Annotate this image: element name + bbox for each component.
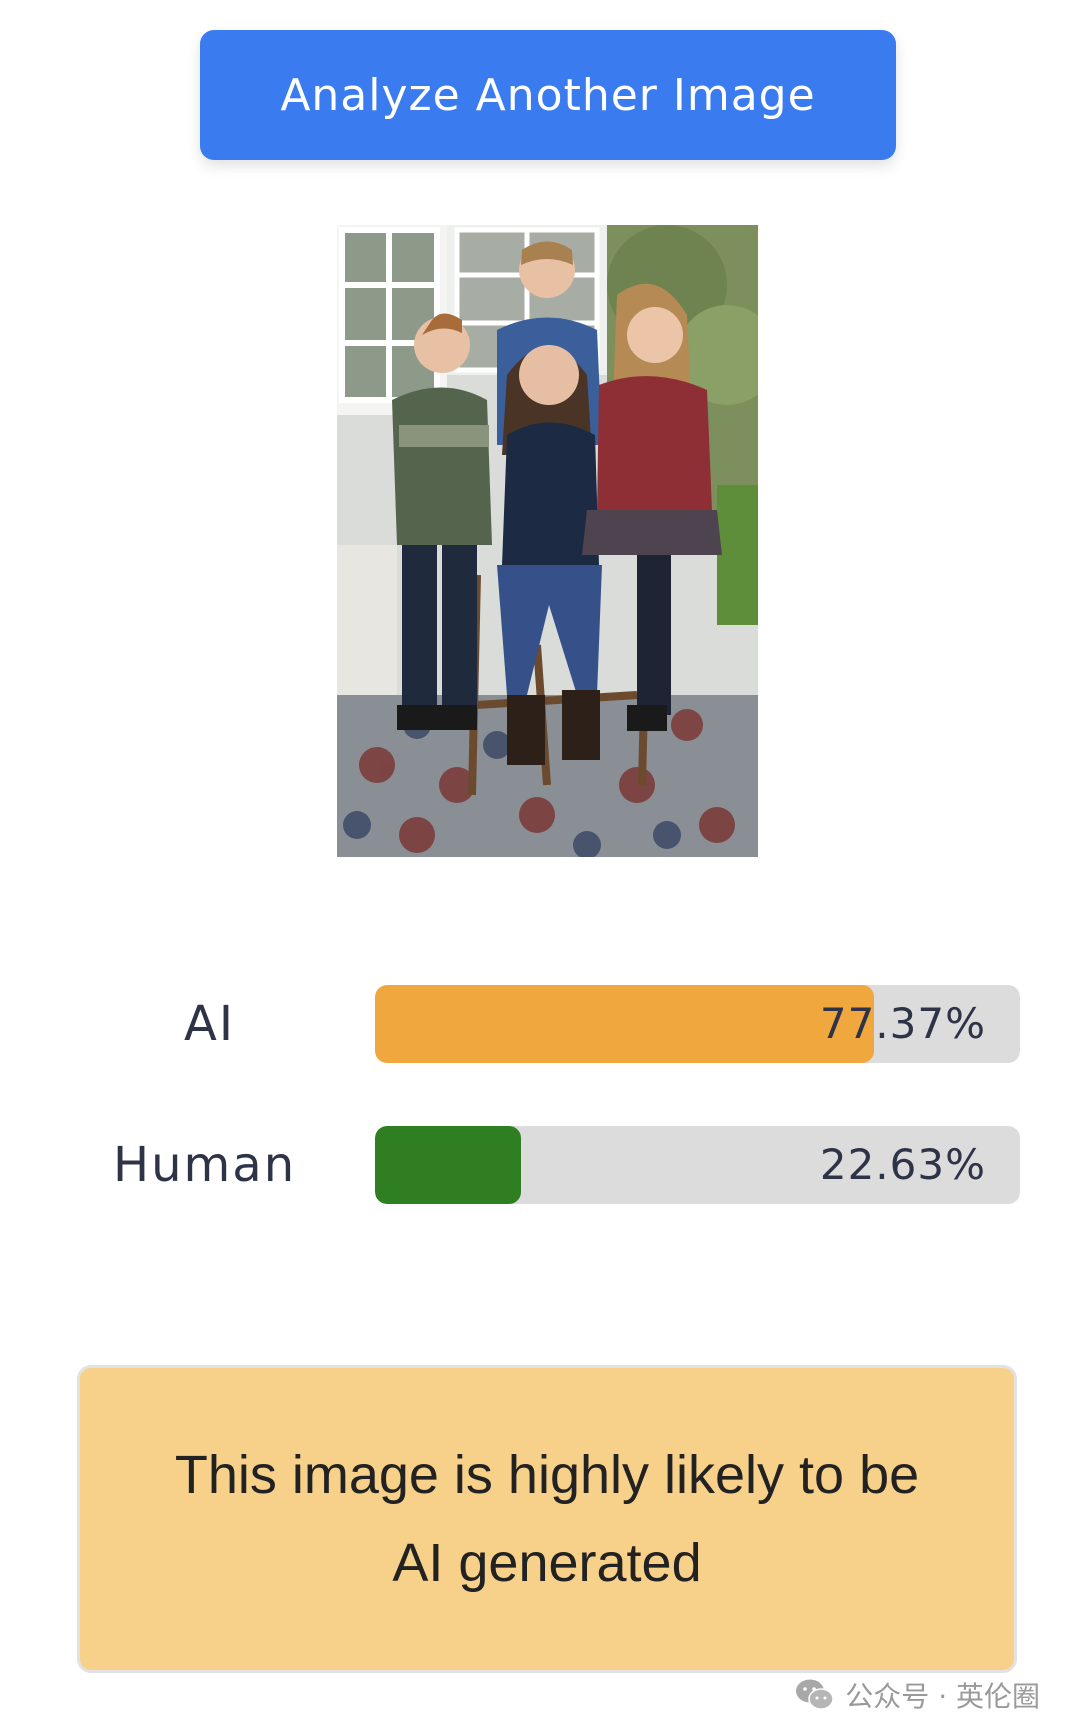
watermark: 公众号 · 英伦圈: [795, 1672, 1040, 1718]
human-label: Human: [113, 1137, 297, 1193]
analyze-another-image-button[interactable]: Analyze Another Image: [200, 30, 896, 160]
verdict-box: This image is highly likely to be AI gen…: [77, 1365, 1017, 1673]
ai-progress-fill: [375, 985, 875, 1063]
analyzed-photo: [337, 225, 758, 857]
watermark-text: 公众号 · 英伦圈: [845, 1680, 1040, 1713]
ai-result-row: AI 77.37%: [0, 985, 1080, 1063]
verdict-text: This image is highly likely to be AI gen…: [174, 1445, 920, 1593]
wechat-icon: [795, 1678, 835, 1712]
human-percentage: 22.63%: [819, 1140, 986, 1189]
ai-label: AI: [184, 996, 235, 1052]
family-photo-image: [337, 225, 758, 857]
human-progress-fill: [375, 1126, 521, 1204]
human-result-row: Human 22.63%: [0, 1126, 1080, 1204]
human-progress-bar: 22.63%: [375, 1126, 1020, 1204]
ai-percentage: 77.37%: [819, 999, 986, 1048]
ai-progress-bar: 77.37%: [375, 985, 1020, 1063]
